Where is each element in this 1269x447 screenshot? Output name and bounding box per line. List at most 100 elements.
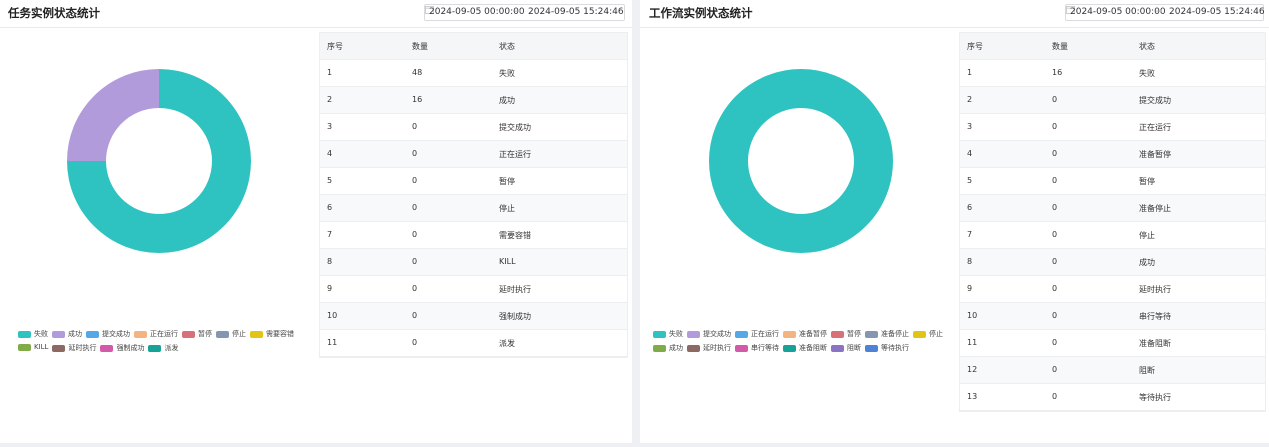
table-row: 9 0 延时执行 (960, 276, 1265, 303)
legend-label: 需要容错 (266, 330, 294, 338)
table-cell: 成功 (499, 96, 515, 105)
legend-label: 失败 (669, 330, 683, 338)
legend-item[interactable]: 成功 (52, 329, 82, 339)
legend-swatch (783, 330, 796, 338)
table-cell: 0 (1052, 284, 1058, 293)
legend-label: 准备停止 (881, 330, 909, 338)
table-row: 2 16 成功 (320, 87, 627, 114)
legend-item[interactable]: 延时执行 (52, 343, 96, 353)
table-cell: 0 (412, 257, 418, 266)
table-cell: 失败 (499, 69, 515, 78)
legend-item[interactable]: 失败 (653, 329, 683, 339)
legend-item[interactable]: 停止 (216, 329, 246, 339)
table-row: 10 0 串行等待 (960, 303, 1265, 330)
legend-item[interactable]: 失败 (18, 329, 48, 339)
legend-item[interactable]: 强制成功 (100, 343, 144, 353)
legend-swatch (216, 330, 229, 338)
legend-label: KILL (34, 343, 49, 351)
table-cell: 暂停 (499, 177, 515, 186)
legend-item[interactable]: 派发 (148, 343, 178, 353)
table-cell: 串行等待 (1139, 312, 1171, 321)
legend-item[interactable]: 提交成功 (86, 329, 130, 339)
table-cell: 6 (967, 203, 973, 212)
date-end[interactable]: 2024-09-05 15:24:46 (1169, 7, 1265, 17)
legend-item[interactable]: 需要容错 (250, 329, 294, 339)
column-header: 序号 (967, 42, 983, 51)
legend-item[interactable]: 阻断 (831, 343, 861, 353)
legend-item[interactable]: 串行等待 (735, 343, 779, 353)
legend-item[interactable]: 暂停 (831, 329, 861, 339)
column-header: 状态 (499, 42, 515, 51)
column-header: 状态 (1139, 42, 1155, 51)
legend-item[interactable]: 成功 (653, 343, 683, 353)
date-range-picker[interactable]: 2024-09-05 00:00:00 → 2024-09-05 15:24:4… (1065, 4, 1265, 21)
table-cell: 延时执行 (499, 285, 531, 294)
status-table: 序号 数量 状态 1 48 失败 2 16 成功 3 0 提交成功 4 0 正在运行 5 0 暂停 6 0 停止 7 0 需要… (319, 32, 628, 358)
legend-item[interactable]: KILL (18, 343, 48, 351)
legend-item[interactable]: 延时执行 (687, 343, 731, 353)
table-cell: 等待执行 (1139, 393, 1171, 402)
table-cell: 6 (327, 203, 333, 212)
legend-swatch (831, 344, 844, 352)
panel-header: 任务实例状态统计 2024-09-05 00:00:00 → 2024-09-0… (0, 0, 632, 28)
arrow-right-icon: → (1155, 7, 1163, 17)
legend-swatch (865, 344, 878, 352)
dashboard: 任务实例状态统计 2024-09-05 00:00:00 → 2024-09-0… (0, 0, 1269, 447)
table-cell: 0 (412, 230, 418, 239)
legend-label: 提交成功 (102, 330, 130, 338)
table-cell: 派发 (499, 339, 515, 348)
legend-item[interactable]: 等待执行 (865, 343, 909, 353)
date-end[interactable]: 2024-09-05 15:24:46 (528, 7, 624, 17)
legend-item[interactable]: 停止 (913, 329, 943, 339)
table-row: 3 0 提交成功 (320, 114, 627, 141)
table-cell: 0 (412, 176, 418, 185)
table-cell: 准备暂停 (1139, 150, 1171, 159)
legend-swatch (653, 344, 666, 352)
table-cell: 正在运行 (499, 150, 531, 159)
table-cell: 16 (412, 95, 423, 104)
legend-item[interactable]: 提交成功 (687, 329, 731, 339)
table-cell: 0 (412, 203, 418, 212)
legend-label: 提交成功 (703, 330, 731, 338)
legend-item[interactable]: 准备暂停 (783, 329, 827, 339)
legend-row: 失败 提交成功 正在运行 准备暂停 暂停 准备停止 停止 (653, 329, 953, 343)
legend-item[interactable]: 准备阻断 (783, 343, 827, 353)
legend-label: 延时执行 (703, 344, 731, 352)
date-start[interactable]: 2024-09-05 00:00:00 (429, 7, 525, 17)
legend-label: 停止 (929, 330, 943, 338)
legend-swatch (735, 344, 748, 352)
pie-slice[interactable] (67, 69, 159, 161)
table-row: 9 0 延时执行 (320, 276, 627, 303)
table-cell: 12 (967, 365, 978, 374)
task-status-donut-chart (67, 69, 251, 253)
legend-swatch (687, 330, 700, 338)
table-row: 11 0 准备阻断 (960, 330, 1265, 357)
legend-swatch (86, 330, 99, 338)
table-cell: 3 (327, 122, 333, 131)
legend-label: 延时执行 (68, 344, 97, 352)
table-cell: 提交成功 (499, 123, 531, 132)
column-header: 数量 (412, 42, 428, 51)
table-cell: 5 (967, 176, 973, 185)
legend-swatch (687, 344, 700, 352)
legend-label: 成功 (669, 344, 683, 352)
date-start[interactable]: 2024-09-05 00:00:00 (1070, 7, 1166, 17)
table-cell: 16 (1052, 68, 1063, 77)
table-cell: 48 (412, 68, 423, 77)
pie-slice[interactable] (709, 69, 893, 253)
legend-label: 正在运行 (150, 330, 178, 338)
table-cell: KILL (499, 257, 516, 266)
table-cell: 0 (412, 149, 418, 158)
date-range-picker[interactable]: 2024-09-05 00:00:00 → 2024-09-05 15:24:4… (424, 4, 625, 21)
legend-item[interactable]: 暂停 (182, 329, 212, 339)
legend-label: 成功 (68, 330, 82, 338)
table-row: 6 0 停止 (320, 195, 627, 222)
table-cell: 成功 (1139, 258, 1155, 267)
legend-item[interactable]: 正在运行 (735, 329, 779, 339)
panel-title: 任务实例状态统计 (8, 6, 100, 20)
legend-item[interactable]: 准备停止 (865, 329, 909, 339)
table-cell: 失败 (1139, 69, 1155, 78)
legend-label: 失败 (34, 330, 48, 338)
legend-item[interactable]: 正在运行 (134, 329, 178, 339)
chart-legend: 失败 提交成功 正在运行 准备暂停 暂停 准备停止 停止成功 延时执行 串行等待 准备阻断 阻断 等待… (653, 329, 953, 357)
